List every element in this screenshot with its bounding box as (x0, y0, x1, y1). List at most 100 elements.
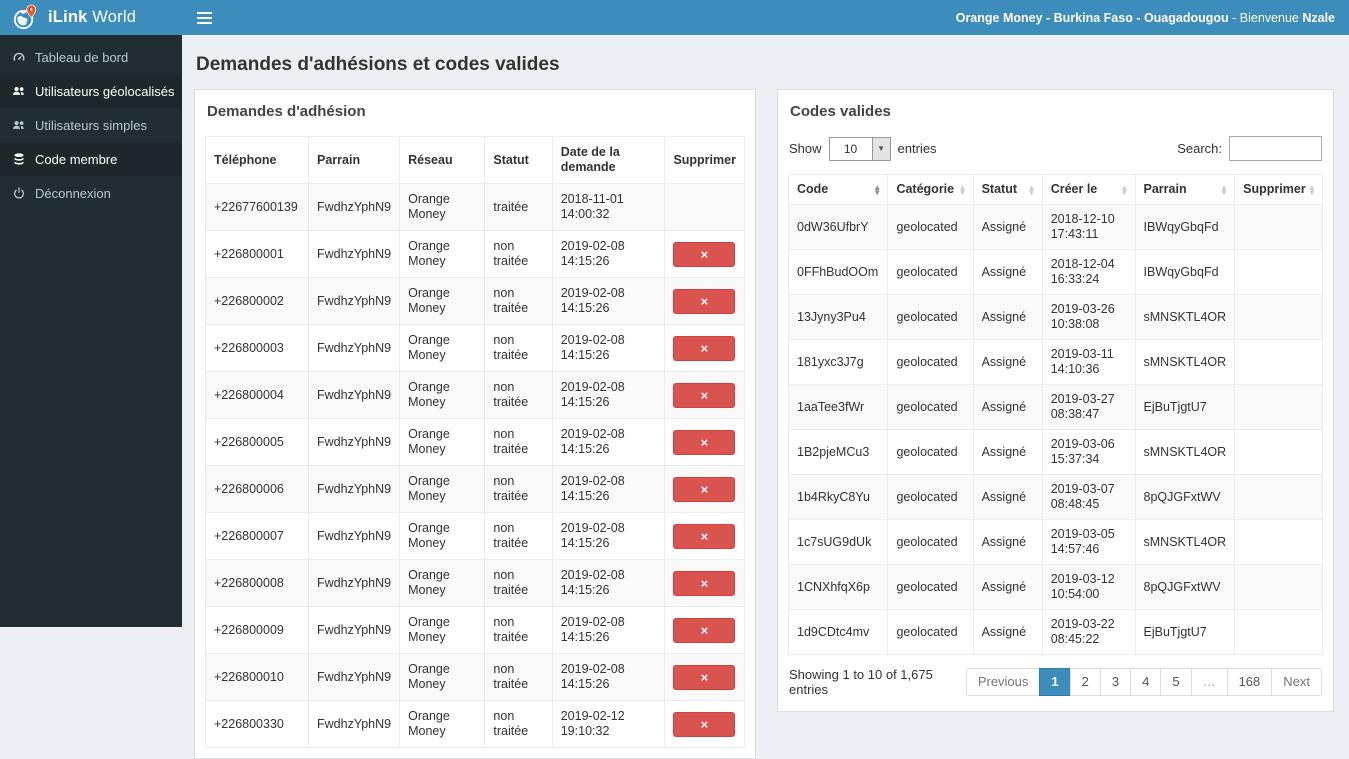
content-area: Demandes d'adhésions et codes valides De… (182, 35, 1349, 759)
cell-statut: Assigné (972, 384, 1043, 430)
close-icon: × (700, 434, 709, 450)
cell-supprimer: × (664, 277, 745, 325)
app-title: iLink World (48, 8, 137, 26)
sidebar-item-utilisateurs-geolocalises[interactable]: Utilisateurs géolocalisés (0, 74, 182, 108)
table-row: +226800009 FwdhzYphN9 Orange Money non trai… (205, 606, 745, 654)
search-label: Search: (1177, 141, 1222, 156)
delete-request-button[interactable]: × (673, 570, 736, 596)
cell-telephone: +226800003 (205, 324, 309, 372)
cell-telephone: +226800008 (205, 559, 309, 607)
cell-reseau: Orange Money (399, 230, 486, 278)
sort-icon: ▴ ▾ (1029, 181, 1034, 197)
sidebar-item-utilisateurs-simples[interactable]: Utilisateurs simples (0, 108, 182, 142)
cell-telephone: +226800007 (205, 512, 309, 560)
delete-request-button[interactable]: × (673, 429, 736, 455)
requests-table-header-row: Téléphone Parrain Réseau Statut Date de la d… (205, 136, 745, 184)
cell-code: 1d9CDtc4mv (787, 609, 889, 655)
cell-statut: non traitée (484, 700, 553, 748)
cell-code: 1c7sUG9dUk (787, 519, 889, 565)
pagination-page-1[interactable]: 1 (1039, 668, 1071, 696)
sortable-column-header[interactable]: Créer le ▴ ▾ (1041, 174, 1136, 205)
brand[interactable]: $ iLink World (0, 0, 182, 35)
cell-parrain: EjBuTjgtU7 (1134, 384, 1236, 430)
pagination: Previous 1 2 3 4 5… 168 Next (965, 668, 1322, 696)
cell-parrain: 8pQJGFxtWV (1134, 564, 1236, 610)
close-icon: × (700, 622, 709, 638)
sort-icon: ▴ ▾ (1221, 181, 1227, 197)
pagination-previous[interactable]: Previous (965, 668, 1041, 696)
table-row: 1B2pjeMCu3 geolocated Assigné 2019-03-06 15… (787, 429, 1323, 475)
cell-reseau: Orange Money (399, 606, 486, 654)
cell-date: 2019-02-08 14:15:26 (551, 230, 666, 278)
cell-code: 0FFhBudOOm (787, 249, 889, 295)
delete-request-button[interactable]: × (673, 617, 736, 643)
delete-request-button[interactable]: × (673, 523, 736, 549)
menu-toggle-button[interactable] (182, 0, 226, 35)
delete-request-button[interactable]: × (673, 335, 736, 361)
table-row: +226800007 FwdhzYphN9 Orange Money non trai… (205, 512, 745, 560)
cell-categorie: geolocated (887, 429, 974, 475)
sortable-column-header[interactable]: Parrain ▴ ▾ (1134, 174, 1236, 205)
page-size-control: Show 10 ▼ entries (789, 136, 937, 161)
close-icon: × (700, 340, 709, 356)
cell-supprimer (1234, 249, 1323, 295)
column-header: Date de la demande (551, 136, 666, 184)
search-input[interactable] (1229, 136, 1322, 161)
sortable-column-header[interactable]: Supprimer ▴ ▾ (1234, 174, 1323, 205)
cell-reseau: Orange Money (399, 418, 486, 466)
close-icon: × (700, 575, 709, 591)
sortable-column-header[interactable]: Catégorie ▴ ▾ (887, 174, 974, 205)
table-row: 0FFhBudOOm geolocated Assigné 2018-12-04 16… (787, 249, 1323, 295)
sortable-column-header[interactable]: Statut ▴ ▾ (972, 174, 1043, 205)
cell-code: 1B2pjeMCu3 (787, 429, 889, 475)
cell-categorie: geolocated (887, 204, 974, 250)
delete-request-button[interactable]: × (673, 711, 736, 737)
cell-code: 13Jyny3Pu4 (787, 294, 889, 340)
cell-parrain: FwdhzYphN9 (307, 653, 401, 701)
delete-request-button[interactable]: × (673, 476, 736, 502)
table-row: 1c7sUG9dUk geolocated Assigné 2019-03-05 14… (787, 519, 1323, 565)
sort-icon: ▴ ▾ (875, 181, 880, 197)
sortable-column-header[interactable]: Code ▴ ▾ (787, 174, 889, 205)
cell-categorie: geolocated (887, 609, 974, 655)
cell-supprimer (1234, 294, 1323, 340)
pagination-next[interactable]: Next (1271, 668, 1322, 696)
cell-cree_le: 2019-03-12 10:54:00 (1041, 564, 1136, 610)
cell-statut: non traitée (484, 559, 553, 607)
cell-date: 2019-02-08 14:15:26 (551, 653, 666, 701)
close-icon: × (700, 716, 709, 732)
cell-parrain: sMNSKTL4OR (1134, 294, 1236, 340)
cell-supprimer (1234, 519, 1323, 565)
delete-request-button[interactable]: × (673, 382, 736, 408)
cell-parrain: EjBuTjgtU7 (1134, 609, 1236, 655)
delete-request-button[interactable]: × (673, 241, 736, 267)
table-row: 1aaTee3fWr geolocated Assigné 2019-03-27 08… (787, 384, 1323, 430)
cell-reseau: Orange Money (399, 277, 486, 325)
pagination-page-3[interactable]: 3 (1099, 668, 1132, 696)
cell-code: 0dW36UfbrY (787, 204, 889, 250)
table-row: +226800010 FwdhzYphN9 Orange Money non trai… (205, 653, 745, 701)
cell-cree_le: 2019-03-07 08:48:45 (1041, 474, 1136, 520)
cell-categorie: geolocated (887, 339, 974, 385)
sidebar-item-code-membre[interactable]: Code membre (0, 142, 182, 176)
cell-statut: non traitée (484, 230, 553, 278)
table-row: 1d9CDtc4mv geolocated Assigné 2019-03-22 08… (787, 609, 1323, 655)
cell-supprimer: × (664, 418, 745, 466)
delete-request-button[interactable]: × (673, 288, 736, 314)
pagination-page-5[interactable]: 5 (1160, 668, 1192, 696)
delete-request-button[interactable]: × (673, 664, 736, 690)
cell-parrain: FwdhzYphN9 (307, 418, 401, 466)
page-size-select[interactable]: 10 ▼ (828, 136, 891, 161)
cell-reseau: Orange Money (399, 559, 486, 607)
sidebar-item-tableau-de-bord[interactable]: Tableau de bord (0, 40, 182, 74)
pagination-page-4[interactable]: 4 (1130, 668, 1162, 696)
pagination-page-168[interactable]: 168 (1226, 668, 1273, 696)
cell-cree_le: 2019-03-22 08:45:22 (1041, 609, 1136, 655)
sidebar-item-label: Tableau de bord (35, 49, 129, 65)
cell-parrain: FwdhzYphN9 (307, 700, 401, 748)
sidebar-item-deconnexion[interactable]: Déconnexion (0, 176, 182, 210)
pagination-page-2[interactable]: 2 (1069, 668, 1101, 696)
cell-telephone: +226800330 (205, 700, 309, 748)
cell-categorie: geolocated (887, 294, 974, 340)
cell-reseau: Orange Money (399, 700, 486, 748)
